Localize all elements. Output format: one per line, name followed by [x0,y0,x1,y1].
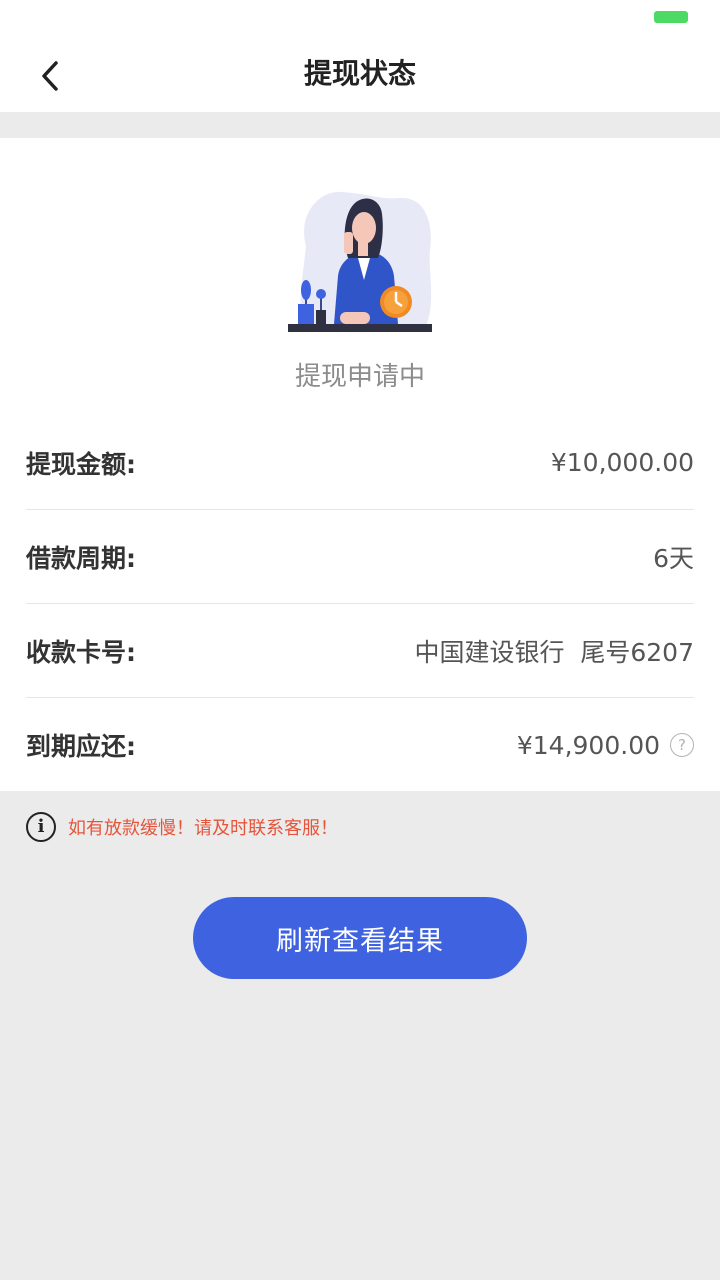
woman-phone-illustration [288,191,432,332]
detail-row-card: 收款卡号: 中国建设银行 尾号6207 [26,604,694,698]
amount-value: ¥10,000.00 [550,448,694,477]
help-icon[interactable]: ? [670,733,694,757]
term-label: 借款周期: [26,543,136,573]
notice-text: 如有放款缓慢！请及时联系客服！ [68,818,338,839]
due-value-group: ¥14,900.00 ? [517,731,694,760]
battery-icon [654,11,688,23]
info-icon: i [26,812,56,842]
withdrawal-status-card: 提现申请中 提现金额: ¥10,000.00 借款周期: 6天 收款卡号: 中国… [0,138,720,791]
card-value: 中国建设银行 尾号6207 [414,637,694,667]
term-value: 6天 [653,543,694,573]
page-title: 提现状态 [303,57,416,90]
status-bar [0,0,720,40]
detail-row-amount: 提现金额: ¥10,000.00 [26,416,694,510]
status-text: 提现申请中 [294,362,425,392]
back-button[interactable] [24,50,76,102]
detail-row-due: 到期应还: ¥14,900.00 ? [26,698,694,792]
due-label: 到期应还: [26,732,136,761]
card-label: 收款卡号: [26,637,136,667]
amount-label: 提现金额: [26,449,136,479]
notice: i 如有放款缓慢！请及时联系客服！ [26,812,338,842]
detail-row-term: 借款周期: 6天 [26,510,694,604]
due-value: ¥14,900.00 [516,730,660,760]
chevron-left-icon [42,61,58,91]
nav-bar: 提现状态 [0,40,720,112]
refresh-button[interactable]: 刷新查看结果 [193,897,527,979]
